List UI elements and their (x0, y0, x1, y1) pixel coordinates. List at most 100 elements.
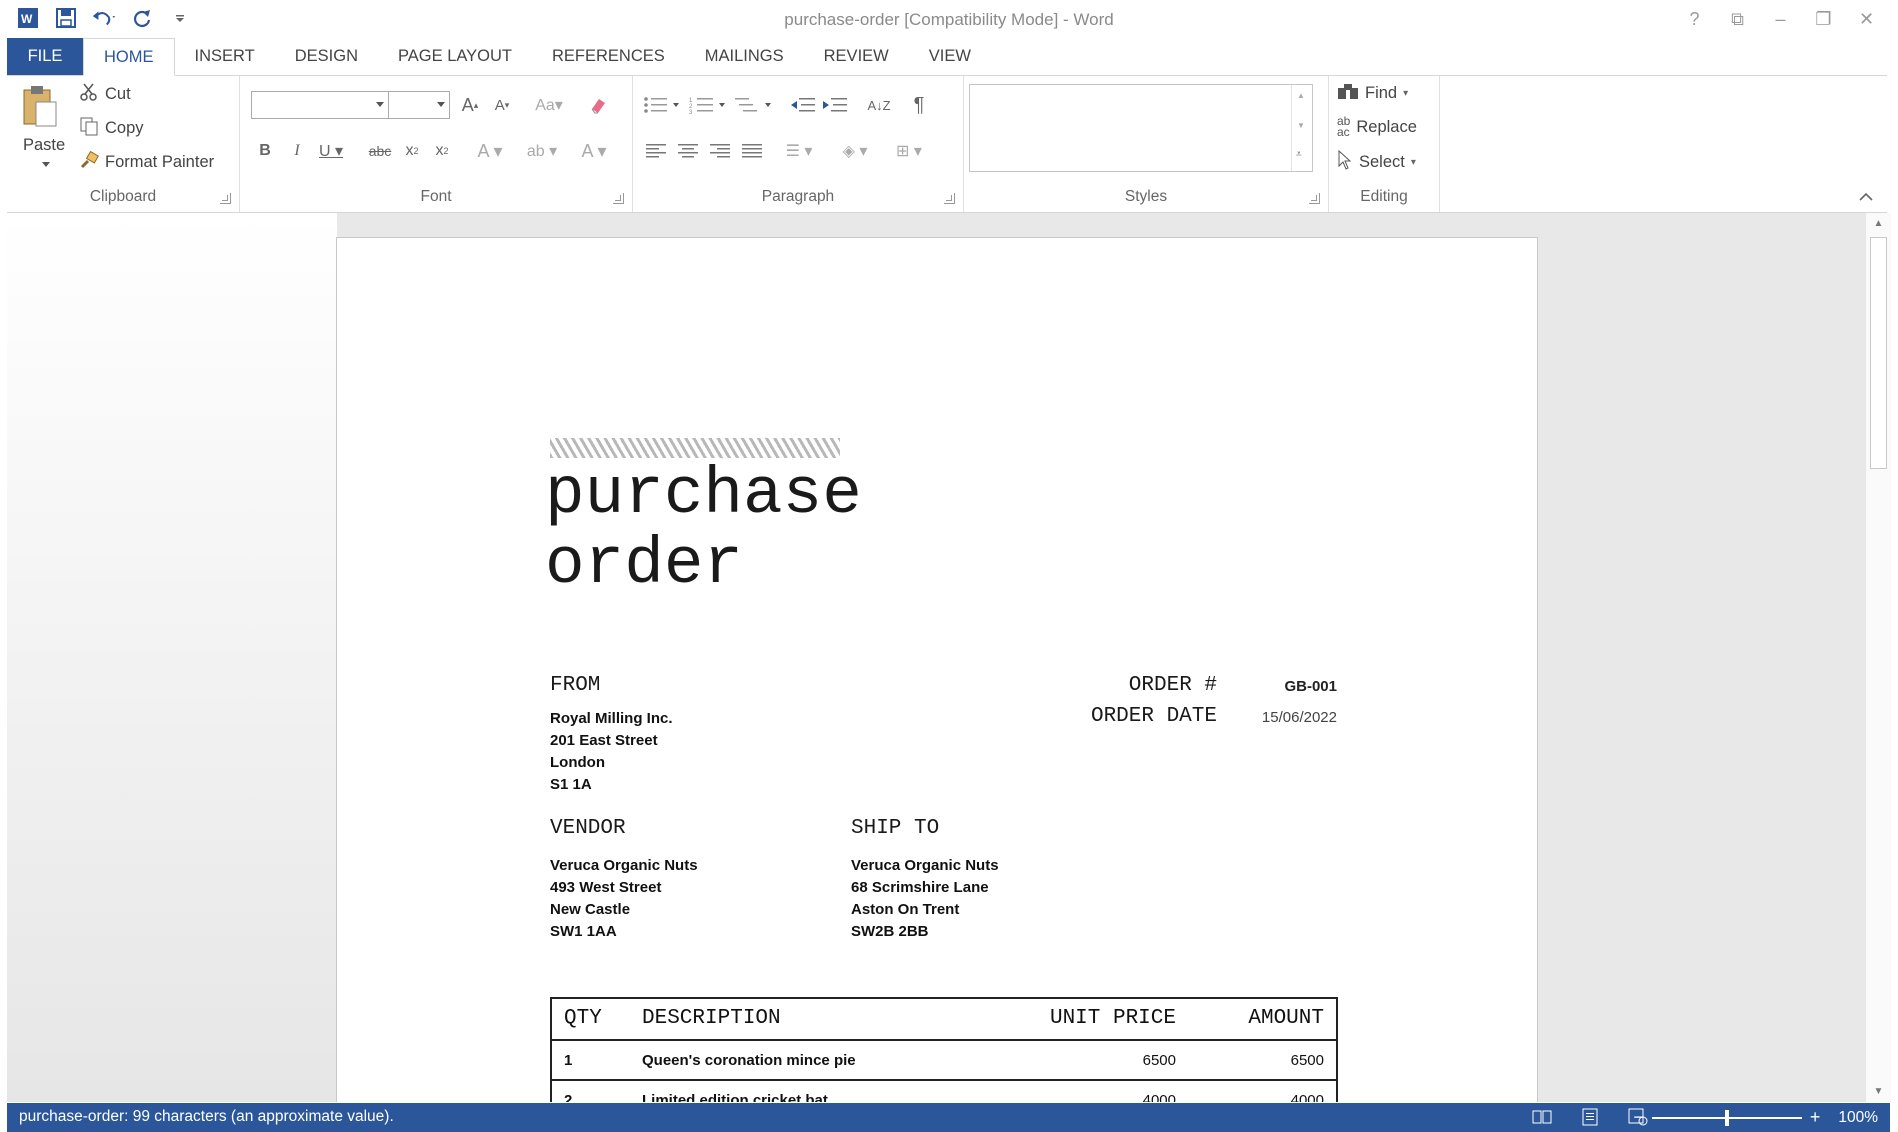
tab-page-layout[interactable]: PAGE LAYOUT (378, 38, 532, 75)
zoom-slider-thumb[interactable] (1724, 1109, 1729, 1126)
tab-view[interactable]: VIEW (909, 38, 991, 75)
document-title-line-1: purchase (545, 457, 862, 532)
clipboard-group: Paste Cut Copy Format Painter Clipboard (7, 76, 240, 212)
styles-gallery-scroll[interactable]: ▲ ▼ ⩡ (1291, 85, 1312, 171)
help-icon[interactable]: ? (1673, 2, 1716, 36)
bold-icon[interactable]: B (254, 138, 276, 164)
bullets-icon[interactable] (641, 91, 685, 119)
text-effects-icon[interactable]: A ▾ (470, 138, 510, 164)
read-mode-icon[interactable] (1530, 1107, 1554, 1127)
italic-icon[interactable]: I (286, 138, 308, 164)
vertical-scrollbar[interactable]: ▲ ▼ (1865, 213, 1891, 1102)
tab-design[interactable]: DESIGN (275, 38, 378, 75)
underline-icon[interactable]: U ▾ (314, 138, 348, 164)
replace-button[interactable]: ab ac Replace (1337, 114, 1417, 139)
row-unit-price: 6500 (1012, 1040, 1190, 1081)
format-painter-button[interactable]: Format Painter (79, 150, 214, 175)
sort-icon[interactable]: A↓Z (865, 91, 893, 119)
font-name-combo[interactable] (251, 91, 389, 119)
select-button[interactable]: Select ▾ (1337, 149, 1416, 175)
paintbrush-icon (79, 150, 100, 175)
superscript-icon[interactable]: x2 (430, 138, 454, 164)
zoom-slider[interactable] (1651, 1109, 1802, 1126)
styles-dialog-launcher[interactable] (1309, 193, 1320, 204)
cut-label: Cut (105, 85, 131, 103)
row-qty: 1 (550, 1040, 628, 1081)
font-color-icon[interactable]: A ▾ (574, 138, 614, 164)
tab-home[interactable]: HOME (83, 38, 175, 76)
zoom-in-button[interactable]: + (1810, 1107, 1821, 1128)
cut-button[interactable]: Cut (79, 82, 131, 107)
order-number-value: GB-001 (1284, 678, 1337, 695)
minimize-icon[interactable]: – (1759, 2, 1802, 36)
print-layout-icon[interactable] (1578, 1107, 1602, 1127)
align-center-icon[interactable] (675, 138, 701, 164)
align-left-icon[interactable] (643, 138, 669, 164)
select-dropdown-icon: ▾ (1410, 157, 1416, 168)
status-text[interactable]: purchase-order: 99 characters (an approx… (19, 1108, 394, 1126)
clipboard-dialog-launcher[interactable] (220, 193, 231, 204)
font-group-label: Font (420, 188, 452, 205)
vendor-line: New Castle (550, 901, 631, 918)
document-page[interactable]: purchase order FROM Royal Milling Inc. 2… (336, 237, 1538, 1102)
zoom-level[interactable]: 100% (1838, 1109, 1878, 1127)
tab-review[interactable]: REVIEW (804, 38, 909, 75)
vendor-address: Veruca Organic Nuts 493 West Street New … (550, 855, 698, 943)
row-description: Queen's coronation mince pie (628, 1040, 1012, 1081)
paste-button[interactable]: Paste (23, 136, 65, 155)
copy-label: Copy (105, 119, 144, 137)
subscript-icon[interactable]: x2 (400, 138, 424, 164)
ship-to-line: SW2B 2BB (851, 923, 929, 940)
scrollbar-thumb[interactable] (1870, 237, 1887, 469)
font-dialog-launcher[interactable] (613, 193, 624, 204)
strikethrough-icon[interactable]: abc (366, 138, 394, 164)
paragraph-dialog-launcher[interactable] (944, 193, 955, 204)
shrink-font-icon[interactable]: A ▾ (488, 91, 516, 119)
replace-label: Replace (1356, 117, 1417, 136)
from-address: Royal Milling Inc. 201 East Street Londo… (550, 708, 673, 796)
tab-file[interactable]: FILE (7, 38, 83, 75)
grow-font-icon[interactable]: A ▴ (456, 91, 484, 119)
line-spacing-icon[interactable]: ☰ ▾ (779, 138, 819, 164)
tab-insert[interactable]: INSERT (175, 38, 275, 75)
scroll-up-icon[interactable]: ▲ (1870, 215, 1887, 232)
document-workspace: purchase order FROM Royal Milling Inc. 2… (7, 213, 1865, 1102)
styles-more-icon[interactable]: ⩡ (1296, 149, 1302, 160)
paste-dropdown-icon[interactable] (41, 160, 51, 170)
vendor-line: Veruca Organic Nuts (550, 857, 698, 874)
show-formatting-marks-icon[interactable]: ¶ (905, 91, 933, 119)
highlight-color-icon[interactable]: ab ▾ (520, 138, 564, 164)
paste-icon[interactable] (17, 82, 63, 132)
zoom-out-button[interactable]: − (1633, 1107, 1644, 1128)
borders-icon[interactable]: ⊞ ▾ (887, 138, 931, 164)
restore-icon[interactable]: ❐ (1802, 2, 1845, 36)
shading-icon[interactable]: ◈ ▾ (833, 138, 877, 164)
find-button[interactable]: Find ▾ (1337, 82, 1408, 105)
justify-icon[interactable] (739, 138, 765, 164)
decrease-indent-icon[interactable] (789, 91, 817, 119)
column-header-description: DESCRIPTION (628, 997, 1012, 1041)
ship-to-heading: SHIP TO (851, 817, 940, 840)
multilevel-list-icon[interactable] (733, 91, 777, 119)
align-right-icon[interactable] (707, 138, 733, 164)
styles-group-label: Styles (1124, 188, 1168, 205)
styles-scroll-up-icon[interactable]: ▲ (1297, 91, 1305, 100)
vendor-line: SW1 1AA (550, 923, 617, 940)
font-size-combo[interactable] (388, 91, 450, 119)
copy-button[interactable]: Copy (79, 116, 144, 141)
numbering-icon[interactable]: 123 (687, 91, 731, 119)
clear-formatting-icon[interactable] (584, 91, 612, 119)
find-dropdown-icon: ▾ (1403, 88, 1409, 99)
styles-scroll-down-icon[interactable]: ▼ (1297, 121, 1305, 130)
order-number-label: ORDER # (1128, 674, 1217, 697)
tab-references[interactable]: REFERENCES (532, 38, 685, 75)
change-case-icon[interactable]: Aa▾ (528, 91, 570, 119)
close-icon[interactable]: ✕ (1845, 2, 1888, 36)
replace-icon: ab ac (1337, 114, 1351, 139)
ribbon-display-options-icon[interactable]: ⧉ (1716, 2, 1759, 36)
collapse-ribbon-icon[interactable] (1859, 188, 1873, 204)
styles-gallery[interactable]: ▲ ▼ ⩡ (969, 84, 1313, 172)
increase-indent-icon[interactable] (821, 91, 849, 119)
tab-mailings[interactable]: MAILINGS (685, 38, 804, 75)
scroll-down-icon[interactable]: ▼ (1870, 1083, 1887, 1100)
